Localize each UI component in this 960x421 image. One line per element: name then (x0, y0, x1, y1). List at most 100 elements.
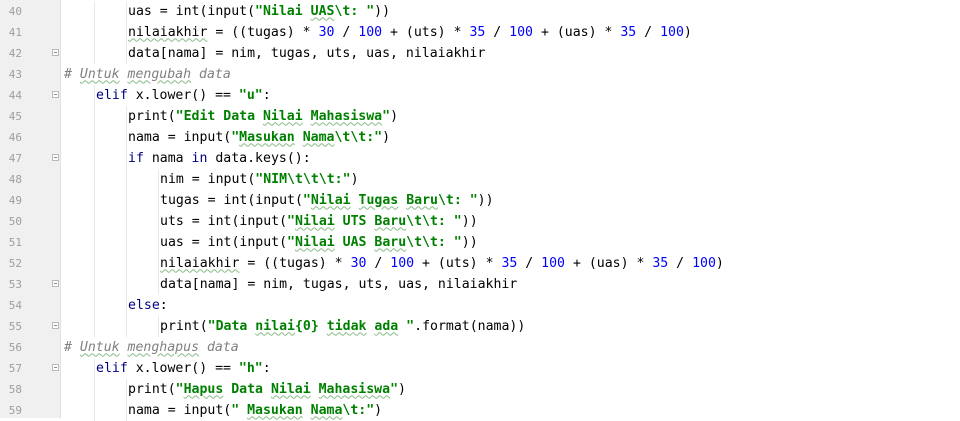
code-token: : (262, 87, 271, 103)
code-line[interactable]: uas = int(input("Nilai UAS\t: ")) (61, 0, 960, 22)
gutter-row: 41 (0, 22, 60, 43)
code-line[interactable]: nim = input("NIM\t\t\t:") (61, 168, 960, 190)
indent-guide (94, 21, 95, 43)
indent-guide (94, 189, 95, 211)
gutter-row: 59 (0, 400, 60, 421)
line-gutter: 40 41 42 43 44 45 46 47 48 49 50 51 52 53 54 55 56 57 58 59 (0, 0, 61, 418)
string-token: Baru (374, 234, 407, 250)
string-token: Masukan (247, 402, 303, 418)
fold-toggle-icon[interactable] (52, 321, 59, 329)
code-area[interactable]: uas = int(input("Nilai UAS\t: ")) nilaiak… (61, 0, 960, 421)
indent-guide (158, 315, 159, 337)
string-token: \t\t:" (334, 129, 383, 145)
code-line[interactable]: elif x.lower() == "h": (61, 357, 960, 379)
indent-guide (126, 147, 127, 169)
string-token: Nilai (262, 108, 303, 124)
fold-toggle-icon[interactable] (52, 90, 59, 98)
code-line[interactable]: nilaiakhir = ((tugas) * 30 / 100 + (uts)… (61, 21, 960, 43)
code-editor[interactable]: 40 41 42 43 44 45 46 47 48 49 50 51 52 53 54 55 56 57 58 59… (0, 0, 960, 421)
code-line[interactable]: print("Hapus Data Nilai Mahasiswa") (61, 378, 960, 400)
line-number: 51 (8, 235, 22, 249)
code-token: print( (128, 108, 176, 124)
indent-guide (94, 210, 95, 232)
number-token: 100 (541, 255, 565, 271)
comment-token: mengubah (127, 66, 192, 82)
string-token: " (175, 381, 184, 397)
keyword-token: if (128, 150, 144, 166)
string-token (311, 382, 319, 397)
fold-toggle-icon[interactable] (52, 153, 59, 161)
string-token: UTS (334, 213, 375, 229)
code-line[interactable]: else: (61, 294, 960, 316)
line-number: 58 (8, 382, 22, 396)
fold-toggle-icon[interactable] (52, 363, 59, 371)
code-token: nim = input( (160, 171, 256, 187)
code-token: uas = int(input( (160, 234, 288, 250)
string-token: "u" (238, 87, 263, 103)
gutter-row: 54 (0, 295, 60, 316)
code-token: uas = int(input( (128, 3, 256, 19)
string-token: Nilai (310, 192, 351, 208)
fold-toggle-icon[interactable] (52, 48, 59, 56)
code-token: : (159, 297, 168, 313)
code-token: print( (160, 318, 208, 334)
code-line[interactable]: elif x.lower() == "u": (61, 84, 960, 106)
fold-toggle-icon[interactable] (52, 279, 59, 287)
code-token: / (334, 24, 359, 40)
code-token: + (uts) * (382, 24, 470, 40)
line-number: 59 (8, 403, 22, 417)
indent-guide (126, 0, 127, 22)
comment-token: data (191, 66, 231, 82)
string-token: UAS (310, 3, 335, 19)
string-token: Masukan (239, 129, 295, 145)
code-text: data[nama] = nim, tugas, uts, uas, nilai… (128, 43, 485, 64)
code-token: tugas = int(input( (160, 192, 303, 208)
code-line[interactable]: tugas = int(input("Nilai Tugas Baru\t: "… (61, 189, 960, 211)
code-text: uas = int(input("Nilai UAS\t: ")) (128, 1, 390, 22)
code-token: = ((tugas) * (207, 24, 319, 40)
indent-guide (126, 231, 127, 253)
indent-guide (158, 189, 159, 211)
code-line[interactable]: data[nama] = nim, tugas, uts, uas, nilai… (61, 273, 960, 295)
indent-guide (126, 210, 127, 232)
code-text: nim = input("NIM\t\t\t:") (160, 169, 359, 190)
code-line[interactable]: data[nama] = nim, tugas, uts, uas, nilai… (61, 42, 960, 64)
string-token: Nama (302, 129, 335, 145)
code-line[interactable]: nilaiakhir = ((tugas) * 30 / 100 + (uts)… (61, 252, 960, 274)
code-token: nama (143, 150, 192, 166)
line-number: 47 (8, 151, 22, 165)
gutter-row: 57 (0, 358, 60, 379)
code-line[interactable]: nama = input(" Masukan Nama\t:") (61, 399, 960, 421)
gutter-row: 50 (0, 211, 60, 232)
string-token: " (302, 192, 311, 208)
code-token: data.keys(): (207, 150, 311, 166)
comment-token (120, 340, 128, 355)
code-text: # Untuk mengubah data (64, 64, 231, 85)
string-token (303, 109, 311, 124)
code-line[interactable]: print("Data nilai{0} tidak ada ".format(… (61, 315, 960, 337)
string-token: Tugas (358, 192, 399, 208)
number-token: 35 (469, 24, 486, 40)
code-line[interactable]: print("Edit Data Nilai Mahasiswa") (61, 105, 960, 127)
gutter-row: 58 (0, 379, 60, 400)
string-token: " (398, 318, 415, 334)
indent-guide (126, 294, 127, 316)
indent-guide (94, 147, 95, 169)
code-token: ) (683, 24, 692, 40)
number-token: 100 (509, 24, 533, 40)
code-token: nilaiakhir (160, 255, 240, 271)
code-token: nama = input( (128, 402, 232, 418)
number-token: 100 (660, 24, 684, 40)
code-line[interactable]: if nama in data.keys(): (61, 147, 960, 169)
code-line[interactable]: # Untuk mengubah data (61, 64, 960, 85)
number-token: 100 (358, 24, 383, 40)
indent-guide (126, 168, 127, 190)
comment-token: Untuk (79, 339, 120, 355)
string-token: Nilai (295, 234, 335, 250)
code-line[interactable]: nama = input("Masukan Nama\t\t:") (61, 126, 960, 148)
code-line[interactable]: uts = int(input("Nilai UTS Baru\t\t: ")) (61, 210, 960, 232)
code-line[interactable]: # Untuk menghapus data (61, 337, 960, 358)
code-text: nama = input("Masukan Nama\t\t:") (128, 127, 390, 148)
string-token: Mahasiswa (310, 108, 383, 124)
code-line[interactable]: uas = int(input("Nilai UAS Baru\t\t: ")) (61, 231, 960, 253)
